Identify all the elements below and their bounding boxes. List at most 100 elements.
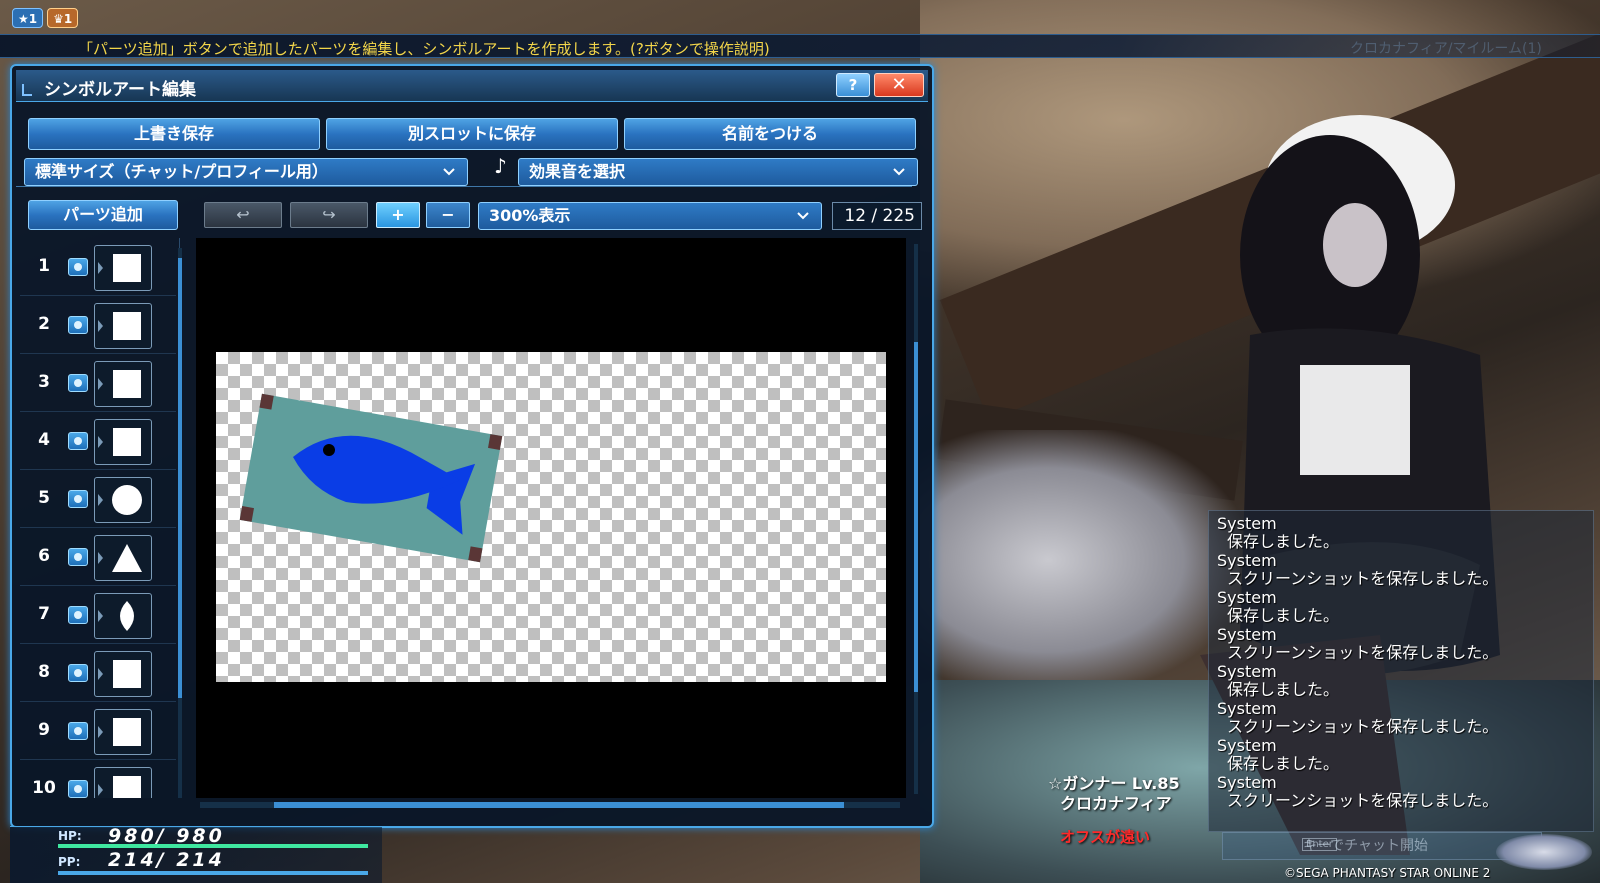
part-row[interactable]: 5	[20, 470, 176, 528]
eye-icon[interactable]	[68, 258, 88, 276]
part-row[interactable]: 6	[20, 528, 176, 586]
notch-icon	[98, 552, 103, 564]
part-number: 7	[38, 604, 50, 624]
parts-scrollbar[interactable]	[178, 248, 182, 798]
part-thumbnail[interactable]	[94, 651, 152, 697]
pp-bar	[58, 871, 368, 875]
part-thumbnail[interactable]	[94, 303, 152, 349]
chevron-down-icon	[893, 168, 905, 176]
square-shape-icon	[113, 370, 141, 398]
part-row[interactable]: 9	[20, 702, 176, 760]
part-thumbnail[interactable]	[94, 361, 152, 407]
chat-entry: System 保存しました。	[1217, 515, 1587, 551]
chevron-down-icon	[443, 168, 455, 176]
zoom-in-button[interactable]: +	[376, 202, 420, 228]
scrollbar-thumb[interactable]	[274, 802, 844, 808]
part-thumbnail[interactable]	[94, 477, 152, 523]
chat-message: スクリーンショットを保存しました。	[1227, 717, 1499, 736]
chat-log[interactable]: System 保存しました。 System スクリーンショットを保存しました。 Syst…	[1208, 510, 1594, 832]
window-title: シンボルアート編集	[44, 80, 196, 100]
eye-icon[interactable]	[68, 606, 88, 624]
save-other-slot-button[interactable]: 別スロットに保存	[326, 118, 618, 150]
part-row[interactable]: 4	[20, 412, 176, 470]
part-number: 9	[38, 720, 50, 740]
player-name: クロカナフィア	[1060, 794, 1172, 813]
triangle-shape-icon	[112, 544, 142, 572]
eye-icon[interactable]	[68, 548, 88, 566]
help-button[interactable]: ?	[836, 73, 870, 97]
window-titlebar[interactable]: シンボルアート編集 ? ✕	[16, 70, 928, 102]
part-number: 6	[38, 546, 50, 566]
part-row[interactable]: 7	[20, 586, 176, 644]
chat-sender: System	[1217, 699, 1277, 718]
part-row[interactable]: 8	[20, 644, 176, 702]
chat-sender: System	[1217, 736, 1277, 755]
part-row[interactable]: 2	[20, 296, 176, 354]
chat-message: スクリーンショットを保存しました。	[1227, 643, 1499, 662]
hint-bar: 「パーツ追加」ボタンで追加したパーツを編集し、シンボルアートを作成します。(?ボ…	[0, 34, 1600, 58]
notch-icon	[98, 668, 103, 680]
eye-icon[interactable]	[68, 664, 88, 682]
part-thumbnail[interactable]	[94, 767, 152, 798]
overwrite-save-button[interactable]: 上書き保存	[28, 118, 320, 150]
part-number: 10	[32, 778, 56, 798]
event-badge[interactable]: ★1	[12, 8, 44, 28]
eye-icon[interactable]	[68, 374, 88, 392]
chat-input[interactable]: キーでチャット開始	[1222, 832, 1542, 860]
notch-icon	[98, 378, 103, 390]
art-canvas[interactable]	[196, 238, 906, 798]
title-deco-icon	[22, 84, 32, 96]
part-row[interactable]: 3	[20, 354, 176, 412]
chat-message: 保存しました。	[1227, 532, 1340, 551]
redo-button[interactable]: ↪	[290, 202, 368, 228]
scrollbar-thumb[interactable]	[178, 258, 182, 698]
symbol-art-preview[interactable]	[216, 352, 886, 682]
canvas-horizontal-scrollbar[interactable]	[200, 802, 900, 808]
chat-message: 保存しました。	[1227, 754, 1340, 773]
scrollbar-thumb[interactable]	[914, 342, 918, 692]
part-thumbnail[interactable]	[94, 245, 152, 291]
chat-entry: System 保存しました。	[1217, 663, 1587, 699]
hint-text: 「パーツ追加」ボタンで追加したパーツを編集し、シンボルアートを作成します。(?ボ…	[78, 40, 770, 58]
pp-value: 214/ 214	[108, 849, 225, 871]
notch-icon	[98, 262, 103, 274]
eye-icon[interactable]	[68, 780, 88, 798]
copyright-text: ©SEGA PHANTASY STAR ONLINE 2	[1284, 866, 1491, 880]
game-logo	[1496, 834, 1592, 870]
part-row[interactable]: 10	[20, 760, 176, 798]
part-thumbnail[interactable]	[94, 419, 152, 465]
part-row[interactable]: 1	[20, 238, 176, 296]
chat-entry: System 保存しました。	[1217, 737, 1587, 773]
undo-button[interactable]: ↩	[204, 202, 282, 228]
zoom-select[interactable]: 300%表示	[478, 202, 822, 230]
sound-select[interactable]: 効果音を選択	[518, 158, 918, 186]
pp-label: PP:	[58, 855, 81, 869]
part-thumbnail[interactable]	[94, 535, 152, 581]
enter-key-label: Enter	[1302, 838, 1337, 851]
notch-icon	[98, 610, 103, 622]
chat-message: スクリーンショットを保存しました。	[1227, 791, 1499, 810]
hp-bar	[58, 844, 368, 848]
part-thumbnail[interactable]	[94, 593, 152, 639]
add-parts-button[interactable]: パーツ追加	[28, 200, 178, 230]
eye-icon[interactable]	[68, 490, 88, 508]
chat-sender: System	[1217, 662, 1277, 681]
zoom-out-button[interactable]: −	[426, 202, 470, 228]
part-thumbnail[interactable]	[94, 709, 152, 755]
plate-corner	[259, 393, 274, 410]
eye-icon[interactable]	[68, 316, 88, 334]
player-status: オフスが遠い	[1060, 828, 1151, 846]
part-number: 5	[38, 488, 50, 508]
eye-icon[interactable]	[68, 432, 88, 450]
plate-corner	[239, 506, 254, 522]
fish-eye	[323, 444, 335, 456]
size-select[interactable]: 標準サイズ（チャット/プロフィール用）	[24, 158, 468, 186]
name-button[interactable]: 名前をつける	[624, 118, 916, 150]
eye-icon[interactable]	[68, 722, 88, 740]
reward-badge[interactable]: ♛1	[47, 8, 79, 28]
chat-sender: System	[1217, 773, 1277, 792]
status-panel: HP: 980/ 980 PP: 214/ 214	[10, 825, 382, 883]
close-button[interactable]: ✕	[874, 73, 924, 97]
notch-icon	[98, 726, 103, 738]
canvas-vertical-scrollbar[interactable]	[914, 244, 918, 794]
